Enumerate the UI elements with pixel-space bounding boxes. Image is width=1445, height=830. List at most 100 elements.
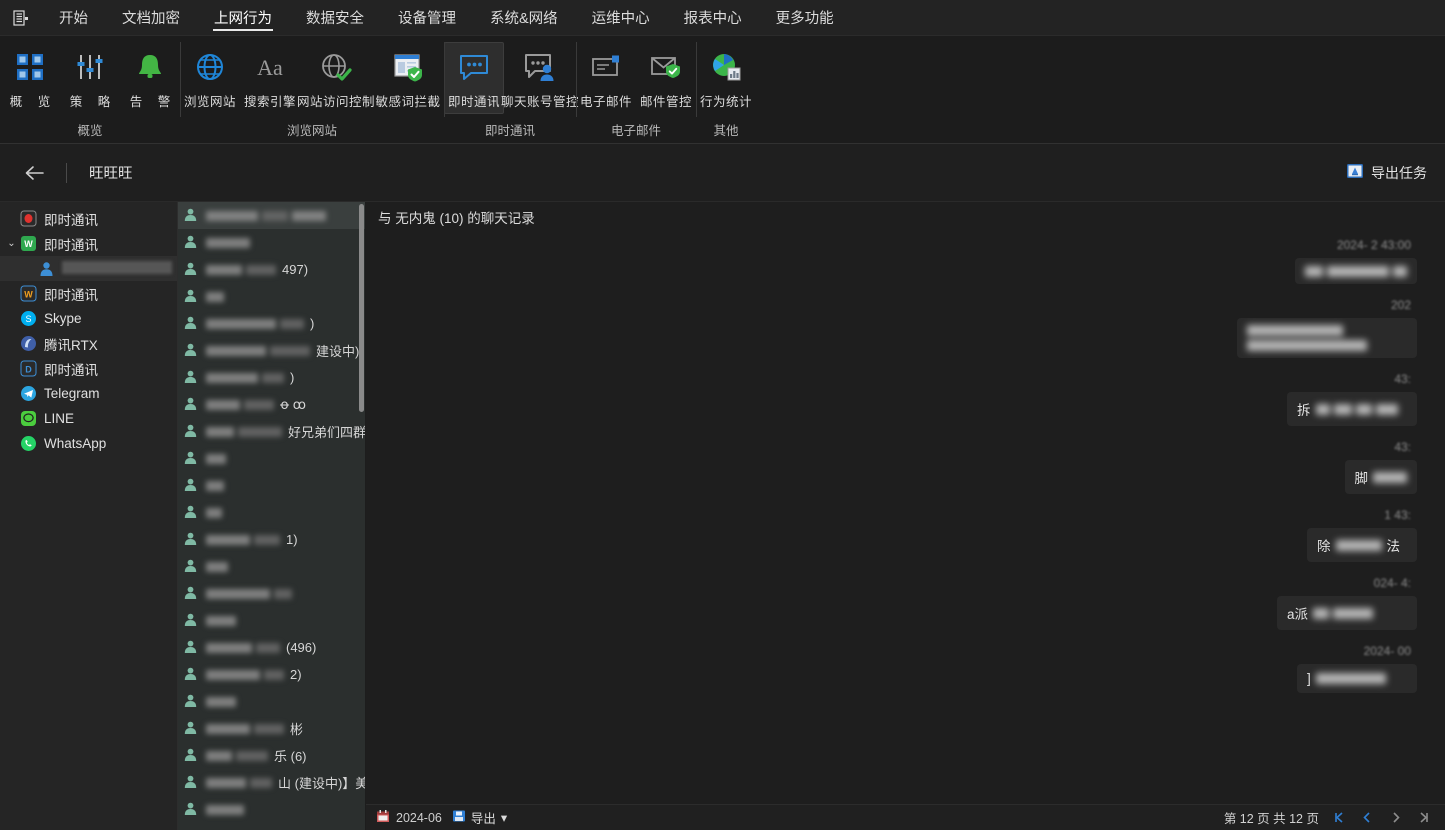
calendar-icon xyxy=(376,809,390,826)
ribbon-button-bell-green[interactable]: 告 警 xyxy=(120,42,180,114)
message-timestamp: 024- 4: xyxy=(1373,576,1411,590)
date-filter-value: 2024-06 xyxy=(396,810,442,825)
back-button[interactable] xyxy=(18,156,52,190)
menu-item-8[interactable]: 更多功能 xyxy=(759,0,851,35)
contact-list-panel[interactable]: 497))建设中)】美...)ꝋ ꝏ好兄弟们四群...1)(496)2)彬乐 (… xyxy=(178,202,366,830)
message-bubble[interactable]: a派 xyxy=(1277,596,1417,630)
contact-list-item[interactable] xyxy=(178,553,365,580)
contact-avatar-icon xyxy=(183,261,200,279)
redaction-bar xyxy=(206,345,266,356)
contact-list-scrollbar[interactable] xyxy=(359,204,364,412)
contact-list-item[interactable]: ꝋ ꝏ xyxy=(178,391,365,418)
contact-list-item[interactable]: 1) xyxy=(178,526,365,553)
contact-list-item[interactable] xyxy=(178,607,365,634)
sidebar-item-8[interactable]: LINE xyxy=(0,406,177,431)
document-list-icon[interactable] xyxy=(0,0,42,35)
ribbon-group-label: 即时通讯 xyxy=(484,124,535,138)
contact-list-item[interactable] xyxy=(178,499,365,526)
menu-item-7[interactable]: 报表中心 xyxy=(667,0,759,35)
sidebar-item-0[interactable]: 即时通讯 xyxy=(0,206,177,231)
redaction-bar xyxy=(1373,471,1407,483)
contact-list-item[interactable]: 2) xyxy=(178,661,365,688)
contact-list-item[interactable]: 乐 (6) xyxy=(178,742,365,769)
sidebar-item-6[interactable]: D 即时通讯 xyxy=(0,356,177,381)
user-blue-icon xyxy=(37,260,55,278)
menu-item-6[interactable]: 运维中心 xyxy=(575,0,667,35)
contact-list-item[interactable]: 好兄弟们四群... xyxy=(178,418,365,445)
contact-avatar-icon xyxy=(183,207,200,225)
export-button[interactable]: 导出 ▾ xyxy=(452,808,507,827)
ribbon-button-globe-blue[interactable]: 浏览网站 xyxy=(180,42,240,114)
ribbon-button-mail[interactable]: 电子邮件 xyxy=(576,42,636,114)
ribbon-button-chat-bubble-blue[interactable]: 即时通讯 xyxy=(444,42,504,114)
ribbon-button-font-aa[interactable]: Aa 搜索引擎 xyxy=(240,42,300,114)
contact-list-item[interactable] xyxy=(178,283,365,310)
contact-list-item[interactable]: 彬 xyxy=(178,715,365,742)
redaction-bar xyxy=(1327,265,1389,277)
sidebar-item-1[interactable]: ⌄ W 即时通讯 xyxy=(0,231,177,256)
skype-icon: S xyxy=(19,310,37,328)
redaction-bar xyxy=(1315,673,1386,684)
contact-list-item[interactable] xyxy=(178,688,365,715)
message-bubble[interactable]: 拆 xyxy=(1287,392,1417,426)
prev-page-icon[interactable] xyxy=(1359,810,1375,826)
contact-list-item[interactable]: 山 (建设中)】美... xyxy=(178,769,365,796)
message-bubble[interactable] xyxy=(1237,318,1417,358)
ribbon-button-window-shield[interactable]: 敏感词拦截 xyxy=(372,42,444,114)
message-bubble[interactable]: 脚 xyxy=(1344,460,1417,494)
chat-record-title: 与 无内鬼 (10) 的聊天记录 xyxy=(366,202,1445,232)
contact-list-item[interactable] xyxy=(178,229,365,256)
contact-list-item[interactable] xyxy=(178,202,365,229)
menu-item-4[interactable]: 设备管理 xyxy=(381,0,473,35)
ribbon-button-globe-check[interactable]: 网站访问控制 xyxy=(297,42,375,114)
pagination-text: 第 12 页 共 12 页 xyxy=(1223,812,1319,826)
telegram-icon xyxy=(19,385,37,403)
contact-list-item[interactable] xyxy=(178,796,365,823)
contact-list-item[interactable] xyxy=(178,580,365,607)
contact-avatar-icon xyxy=(183,747,200,765)
redaction-bar xyxy=(206,561,228,572)
message-bubble[interactable]: ] xyxy=(1297,664,1417,693)
message-timestamp: 43: xyxy=(1394,372,1411,386)
message-bubble[interactable]: 除 法 xyxy=(1307,528,1417,562)
sidebar-item-2[interactable] xyxy=(0,256,177,281)
sidebar-item-3[interactable]: W 即时通讯 xyxy=(0,281,177,306)
chat-message: 43: 拆 xyxy=(366,372,1417,426)
first-page-icon[interactable] xyxy=(1331,810,1347,826)
menu-item-0[interactable]: 开始 xyxy=(42,0,105,35)
navbar-divider xyxy=(66,162,67,183)
contact-name-redacted xyxy=(206,480,224,491)
menu-item-2[interactable]: 上网行为 xyxy=(197,0,289,35)
redaction-bar xyxy=(246,264,276,275)
ribbon-button-chat-user[interactable]: 聊天账号管控 xyxy=(501,42,579,114)
contact-name-redacted xyxy=(206,750,268,761)
last-page-icon[interactable] xyxy=(1415,810,1431,826)
next-page-icon[interactable] xyxy=(1387,810,1403,826)
contact-list-item[interactable]: ) xyxy=(178,364,365,391)
menu-item-1[interactable]: 文档加密 xyxy=(105,0,197,35)
ribbon-button-pie-chart[interactable]: 行为统计 xyxy=(696,42,756,114)
sidebar-item-7[interactable]: Telegram xyxy=(0,381,177,406)
export-task-button[interactable]: 导出任务 xyxy=(1346,162,1427,183)
redaction-bar xyxy=(206,588,270,599)
ribbon-button-label: 搜索引擎 xyxy=(243,95,296,109)
ribbon-button-mail-shield[interactable]: 邮件管控 xyxy=(636,42,696,114)
grid-blue-icon xyxy=(13,47,47,87)
menu-item-5[interactable]: 系统&网络 xyxy=(473,0,575,35)
contact-list-item[interactable]: 建设中)】美... xyxy=(178,337,365,364)
ribbon-button-label: 概 览 xyxy=(9,95,57,109)
sidebar-item-4[interactable]: S Skype xyxy=(0,306,177,331)
contact-list-item[interactable]: ) xyxy=(178,310,365,337)
sidebar-item-9[interactable]: WhatsApp xyxy=(0,431,177,456)
ribbon-button-sliders[interactable]: 策 略 xyxy=(60,42,120,114)
contact-list-item[interactable] xyxy=(178,472,365,499)
contact-list-item[interactable] xyxy=(178,445,365,472)
ribbon-button-grid-blue[interactable]: 概 览 xyxy=(0,42,60,114)
message-bubble[interactable] xyxy=(1295,258,1417,284)
menu-item-3[interactable]: 数据安全 xyxy=(289,0,381,35)
chevron-down-icon[interactable]: ⌄ xyxy=(4,238,19,249)
contact-list-item[interactable]: (496) xyxy=(178,634,365,661)
date-filter[interactable]: 2024-06 xyxy=(376,809,442,826)
sidebar-item-5[interactable]: 腾讯RTX xyxy=(0,331,177,356)
contact-list-item[interactable]: 497) xyxy=(178,256,365,283)
